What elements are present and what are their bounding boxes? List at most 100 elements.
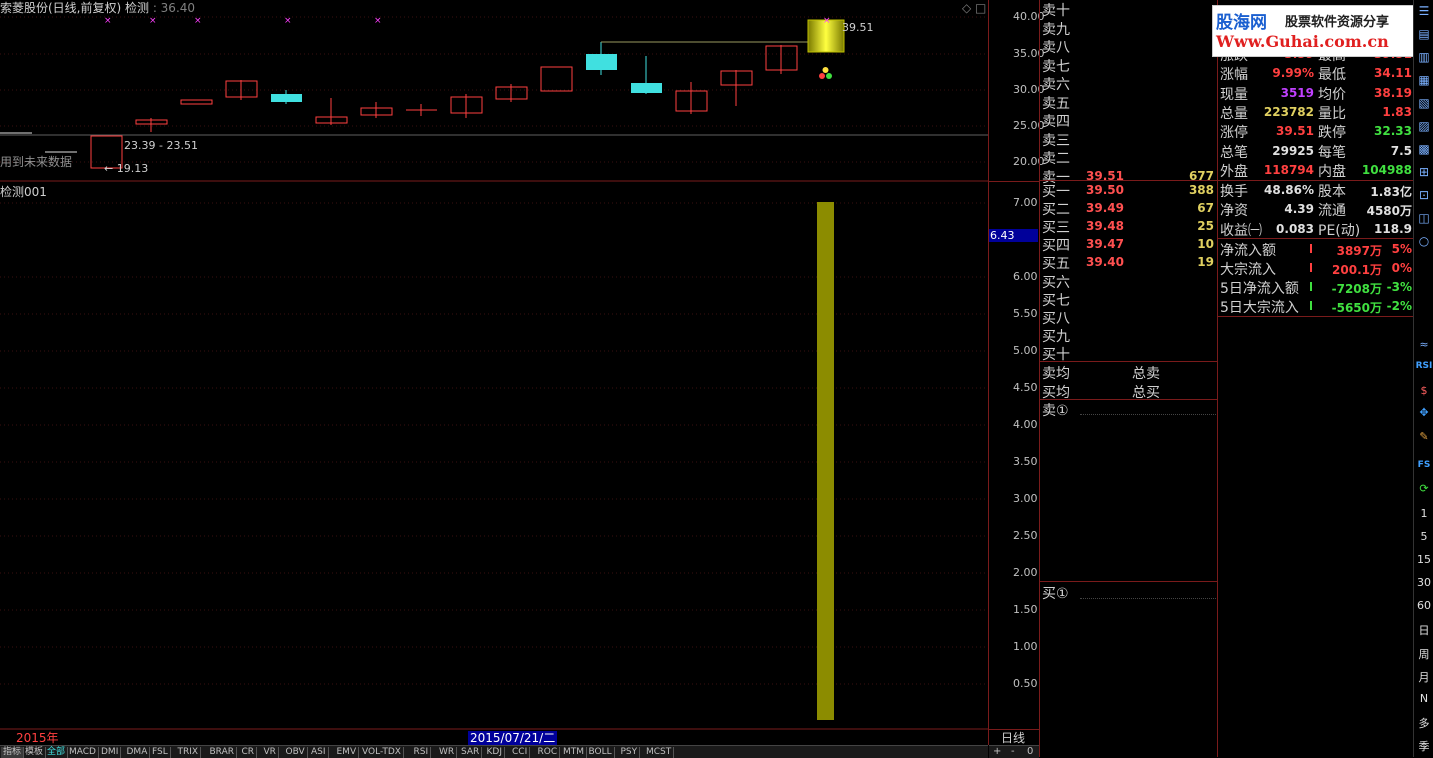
future-data-note: 用到未来数据	[0, 155, 73, 169]
refresh-icon[interactable]: ⟳	[1414, 482, 1433, 495]
order-row-sell[interactable]: 卖二	[1040, 148, 1218, 167]
order-row-sell[interactable]: 卖七	[1040, 56, 1218, 75]
toolbar-tool-icon[interactable]: ▨	[1414, 119, 1433, 133]
indicator-tab[interactable]: OBV	[284, 747, 308, 758]
svg-text:×: ×	[284, 16, 292, 26]
indicator-tab[interactable]: DMA	[125, 747, 151, 758]
quote-info-panel: 涨跌3.59最高39.51涨幅9.99%最低34.11现量3519均价38.19…	[1217, 0, 1414, 757]
toolbar-tool-icon[interactable]: ▤	[1414, 27, 1433, 41]
order-row-buy[interactable]: 买九	[1040, 326, 1218, 345]
fs-icon[interactable]: FS	[1414, 460, 1433, 470]
indicator-tab[interactable]: MCST	[644, 747, 675, 758]
indicator-tab[interactable]: ASI	[309, 747, 329, 758]
pencil-icon[interactable]: ✎	[1414, 430, 1433, 443]
toolbar-tool-icon[interactable]: ○	[1414, 234, 1433, 248]
fund-flow-value: 200.1万	[1332, 263, 1382, 277]
toolbar-tool-icon[interactable]: ▧	[1414, 96, 1433, 110]
indicator-tab[interactable]: VOL-TDX	[360, 747, 404, 758]
order-level-label: 买八	[1042, 310, 1070, 327]
order-row-sell[interactable]: 卖十	[1040, 0, 1218, 19]
order-row-buy[interactable]: 买五 39.40 19	[1040, 253, 1218, 272]
indicator-tab[interactable]: KDJ	[485, 747, 505, 758]
order-level-label: 买七	[1042, 292, 1070, 309]
indicator-tab[interactable]: FSL	[150, 747, 171, 758]
indicator-tab[interactable]: SAR	[459, 747, 483, 758]
toolbar-tool-icon[interactable]: ▦	[1414, 73, 1433, 87]
wave-icon[interactable]: ≈	[1414, 338, 1433, 351]
indicator-tab[interactable]: 指标	[1, 747, 25, 758]
stat-row: 收益㈠ 0.083 PE(动) 118.9	[1218, 220, 1414, 239]
period-button[interactable]: 多	[1414, 715, 1433, 731]
indicator-tab[interactable]: ROC	[536, 747, 561, 758]
period-button[interactable]: 周	[1414, 646, 1433, 662]
indicator-tab[interactable]: MTM	[561, 747, 588, 758]
period-button[interactable]: 季	[1414, 738, 1433, 754]
chart-area[interactable]: × × × × × × 索菱股份(日线,前复权) 检测 : 36.40 ◇ □ …	[0, 0, 988, 745]
order-row-buy[interactable]: 买十	[1040, 344, 1218, 363]
indicator-tab[interactable]: VR	[262, 747, 279, 758]
order-row-sell[interactable]: 卖六	[1040, 74, 1218, 93]
indicator-tab[interactable]: MACD	[67, 747, 99, 758]
axis-zoom-controls: + - 0	[989, 745, 1039, 758]
order-row-buy[interactable]: 买六	[1040, 272, 1218, 291]
order-row-sell[interactable]: 卖九	[1040, 19, 1218, 38]
stat-row: 涨停 39.51 跌停 32.33	[1218, 122, 1414, 141]
order-row-buy[interactable]: 买二 39.49 67	[1040, 199, 1218, 218]
period-button[interactable]: 1	[1414, 507, 1433, 520]
order-row-sell[interactable]: 卖八	[1040, 37, 1218, 56]
indicator-tab[interactable]: BRAR	[208, 747, 237, 758]
chart-controls[interactable]: ◇ □	[962, 1, 986, 15]
toolbar-tool-icon[interactable]: ◫	[1414, 211, 1433, 225]
indicator-tab[interactable]: 模板	[23, 747, 47, 758]
indicator-tab[interactable]: PSY	[619, 747, 641, 758]
toolbar-tool-icon[interactable]: ⊞	[1414, 165, 1433, 179]
order-price: 39.49	[1086, 201, 1124, 216]
indicator-tab[interactable]: RSI	[412, 747, 432, 758]
period-button[interactable]: 5	[1414, 530, 1433, 543]
logo-brand: 股海网	[1216, 13, 1267, 33]
order-row-sell[interactable]: 卖五	[1040, 93, 1218, 112]
toolbar-tool-icon[interactable]: ▩	[1414, 142, 1433, 156]
period-button[interactable]: 日	[1414, 622, 1433, 638]
fund-flow-label: 大宗流入	[1220, 262, 1276, 278]
order-row-buy[interactable]: 买七	[1040, 290, 1218, 309]
candle-up	[180, 99, 213, 105]
rsi-icon[interactable]: RSI	[1414, 361, 1433, 371]
order-row-buy[interactable]: 买一 39.50 388	[1040, 181, 1218, 200]
period-button[interactable]: N	[1414, 692, 1433, 705]
move-icon[interactable]: ✥	[1414, 406, 1433, 419]
indicator-tab[interactable]: TRIX	[176, 747, 202, 758]
indicator-tab[interactable]: 全部	[45, 747, 69, 758]
kline-chart[interactable]: × × × × × ×	[0, 0, 988, 745]
zoom-out-button[interactable]: -	[1011, 746, 1015, 758]
zoom-reset-button[interactable]: 0	[1027, 746, 1033, 758]
svg-text:×: ×	[104, 16, 112, 26]
toolbar-tool-icon[interactable]: ☰	[1414, 4, 1433, 18]
order-row-buy[interactable]: 买四 39.47 10	[1040, 235, 1218, 254]
order-row-sell[interactable]: 卖四	[1040, 111, 1218, 130]
period-button[interactable]: 15	[1414, 553, 1433, 566]
indicator-tab[interactable]: DMI	[99, 747, 122, 758]
stat-value: 104988	[1361, 162, 1412, 177]
period-button[interactable]: 月	[1414, 669, 1433, 685]
indicator-tab[interactable]: CCI	[510, 747, 531, 758]
indicator-tab[interactable]: BOLL	[587, 747, 615, 758]
period-button[interactable]: 60	[1414, 599, 1433, 612]
indicator-tab[interactable]: CR	[240, 747, 258, 758]
toolbar-tool-icon[interactable]: ⊡	[1414, 188, 1433, 202]
chart-price-label: 36.40	[160, 1, 196, 15]
order-row-sell[interactable]: 卖三	[1040, 130, 1218, 149]
order-row-buy[interactable]: 买八	[1040, 308, 1218, 327]
toolbar-tool-icon[interactable]: ▥	[1414, 50, 1433, 64]
period-button[interactable]: 30	[1414, 576, 1433, 589]
indicator-current-value: 6.43	[989, 229, 1038, 242]
period-label[interactable]: 日线	[1001, 731, 1025, 745]
avg-sell-label: 卖均	[1042, 366, 1070, 382]
order-level-label: 卖三	[1042, 132, 1070, 149]
zoom-in-button[interactable]: +	[993, 746, 1001, 758]
money-icon[interactable]: $	[1414, 384, 1433, 397]
order-row-buy[interactable]: 买三 39.48 25	[1040, 217, 1218, 236]
indicator-tab[interactable]: EMV	[335, 747, 360, 758]
indicator-tab[interactable]: WR	[437, 747, 458, 758]
order-level-label: 卖二	[1042, 151, 1070, 167]
